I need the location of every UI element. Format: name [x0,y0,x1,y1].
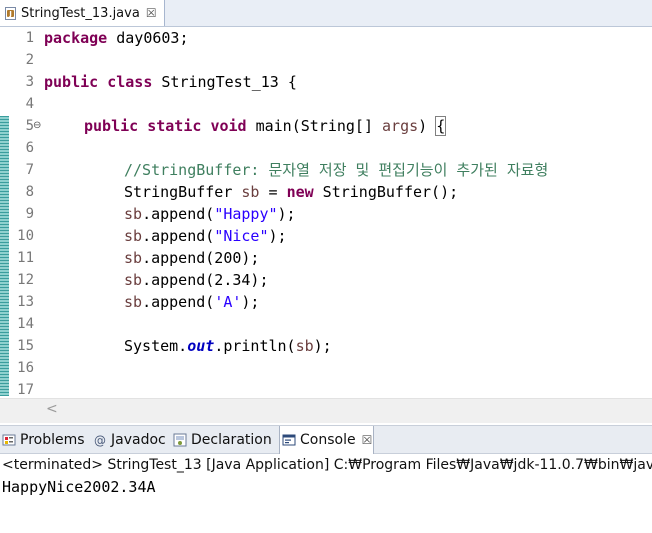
code-text: ); [277,205,296,223]
code-line-12: sb.append(2.34); [124,269,269,291]
line-number: 10 [17,228,34,244]
code-text: ); [241,293,260,311]
line-number: 14 [17,316,34,332]
line-number: 12 [17,272,34,288]
code-text: StringTest_13 { [152,73,297,91]
code-line-15: System.out.println(sb); [124,335,332,357]
code-text: .append( [142,205,215,223]
code-line-10: sb.append("Nice"); [124,225,287,247]
code-text: main(String[] [246,117,383,135]
code-line-3: public class StringTest_13 { [44,71,297,93]
tab-declaration[interactable]: Declaration [173,426,272,454]
code-line-9: sb.append("Happy"); [124,203,296,225]
string-literal: "Happy" [214,205,278,223]
variable: sb [124,205,143,223]
line-number: 13 [17,294,34,310]
string-literal: "Nice" [214,227,269,245]
code-text: ) [418,117,437,135]
scroll-left-icon[interactable]: < [46,401,58,417]
line-number: 2 [25,52,34,68]
tab-label: Javadoc [111,432,166,448]
variable: sb [124,249,143,267]
line-number: 16 [17,360,34,376]
code-text: .append( [142,227,215,245]
horizontal-scrollbar[interactable]: < [0,398,652,423]
tab-label: Declaration [191,432,272,448]
line-number: 1 [25,30,34,46]
line-number: 5 [25,118,34,134]
close-icon[interactable]: ☒ [362,433,373,447]
tab-label: Console [300,432,356,448]
variable: sb [124,293,143,311]
code-text: day0603; [107,29,189,47]
console-output[interactable]: HappyNice2002.34A [2,478,156,496]
line-number: 4 [25,96,34,112]
code-editor[interactable]: 1 2 3 4 5 6 7 8 9 10 11 12 13 14 15 16 1… [0,27,652,423]
declaration-icon [173,433,187,447]
variable: sb [295,337,314,355]
variable: sb [241,183,260,201]
tab-problems[interactable]: Problems [2,426,85,454]
line-number: 3 [25,74,34,90]
code-text: = [259,183,287,201]
tab-label: Problems [20,432,85,448]
line-number: 11 [17,250,34,266]
svg-text:@: @ [94,434,106,448]
keyword: new [286,183,314,201]
code-text: StringBuffer [124,183,242,201]
code-text: .append(200); [142,249,260,267]
keyword: public [84,117,139,135]
line-number: 7 [25,162,34,178]
param-name: args [382,117,419,135]
char-literal: 'A' [214,293,242,311]
view-tab-bar: Problems @ Javadoc Declaration Console ☒ [0,425,652,454]
variable: sb [124,227,143,245]
console-status: <terminated> StringTest_13 [Java Applica… [2,457,652,473]
code-text: .append(2.34); [142,271,269,289]
code-line-7: //StringBuffer: 문자열 저장 및 편집기능이 추가된 자료형 [124,161,549,179]
matching-brace: { [435,116,447,136]
keyword: static [147,117,202,135]
keyword: package [44,29,108,47]
tab-console[interactable]: Console ☒ [279,426,374,454]
code-text: StringBuffer(); [313,183,459,201]
editor-tab-label: StringTest_13.java [21,5,140,21]
svg-text:J: J [8,10,12,18]
code-line-11: sb.append(200); [124,247,259,269]
line-number: 6 [25,140,34,156]
editor-tab-bar: J StringTest_13.java ☒ [0,0,652,27]
code-text: System. [124,337,188,355]
editor-tab-stringtest13[interactable]: J StringTest_13.java ☒ [0,0,165,26]
code-line-1: package day0603; [44,27,189,49]
static-field: out [187,337,215,355]
line-number: 9 [25,206,34,222]
variable: sb [124,271,143,289]
keyword: class [107,73,153,91]
fold-collapse-icon[interactable]: ⊖ [33,115,41,137]
console-icon [282,433,296,447]
change-ruler [0,116,9,396]
tab-javadoc[interactable]: @ Javadoc [93,426,166,454]
keyword: public [44,73,99,91]
keyword: void [210,117,247,135]
code-text: .append( [142,293,215,311]
problems-icon [2,433,16,447]
line-number: 15 [17,338,34,354]
code-line-5: public static void main(String[] args) { [84,115,447,137]
code-text: .println( [214,337,296,355]
code-text: ); [268,227,287,245]
line-number: 8 [25,184,34,200]
code-line-8: StringBuffer sb = new StringBuffer(); [124,181,458,203]
code-line-13: sb.append('A'); [124,291,259,313]
close-icon[interactable]: ☒ [146,6,157,20]
java-file-icon: J [4,6,17,20]
code-text: ); [313,337,332,355]
javadoc-icon: @ [93,433,107,448]
